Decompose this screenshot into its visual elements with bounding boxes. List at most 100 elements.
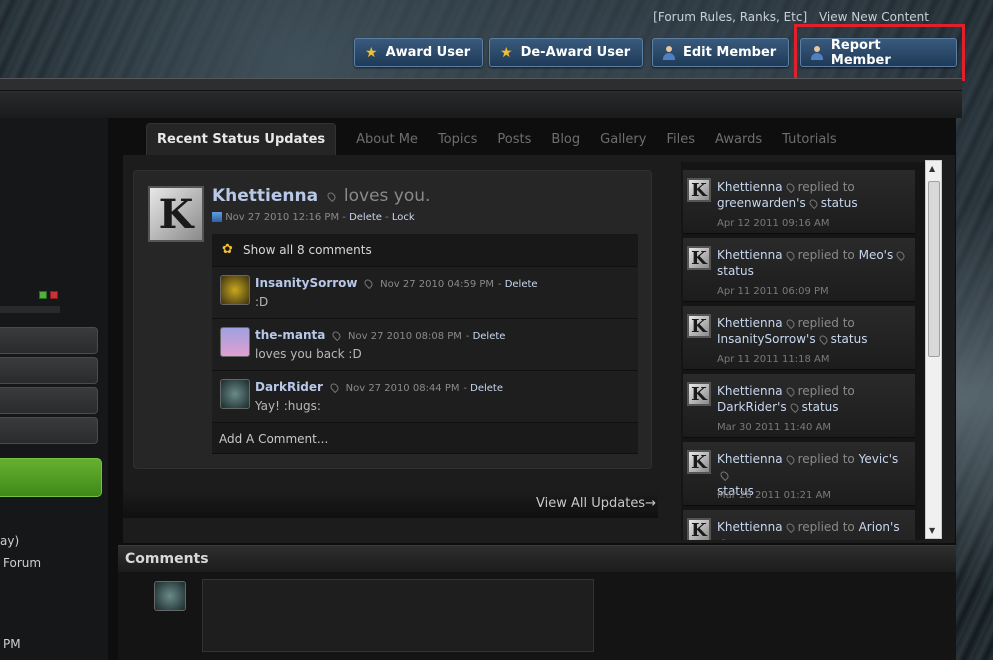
reply-avatar[interactable]: K <box>687 178 711 202</box>
list-item[interactable]: K Khettienna replied to InsanitySorrow's st… <box>683 306 915 370</box>
status-username[interactable]: Khettienna <box>212 186 318 206</box>
tab-topics[interactable]: Topics <box>428 123 487 155</box>
list-item[interactable]: K Khettienna replied to Arion's <box>683 510 915 540</box>
reply-status-link[interactable]: status <box>717 264 754 278</box>
reply-user[interactable]: Khettienna <box>717 384 783 398</box>
scroll-down-icon[interactable]: ▼ <box>929 526 935 535</box>
reply-suffix: 's <box>777 400 787 414</box>
list-item[interactable]: K Khettienna replied to DarkRider's status … <box>683 374 915 438</box>
view-all-updates-link[interactable]: View All Updates→ <box>536 496 656 511</box>
status-lock-link[interactable]: Lock <box>392 212 415 223</box>
reply-target[interactable]: Meo <box>859 248 884 262</box>
reply-status-link[interactable]: status <box>821 196 858 210</box>
reply-avatar[interactable]: K <box>687 246 711 270</box>
sidebar-button-2[interactable] <box>0 357 98 384</box>
tab-posts[interactable]: Posts <box>487 123 541 155</box>
reply-status-link[interactable]: status <box>831 332 868 346</box>
edit-member-label: Edit Member <box>683 45 777 60</box>
comments-title: Comments <box>125 551 209 567</box>
reply-verb: replied to <box>797 520 855 534</box>
reply-suffix: 's <box>796 196 806 210</box>
navigation-bar <box>0 78 962 118</box>
reply-target[interactable]: InsanitySorrow <box>717 332 806 346</box>
sidebar-forum-link[interactable]: Forum <box>3 556 41 570</box>
reply-avatar[interactable]: K <box>687 518 711 540</box>
tab-recent-status[interactable]: Recent Status Updates <box>146 123 337 155</box>
tab-about-me[interactable]: About Me <box>346 123 428 155</box>
reply-verb: replied to <box>797 180 855 194</box>
tab-awards[interactable]: Awards <box>705 123 772 155</box>
status-delete-link[interactable]: Delete <box>349 212 382 223</box>
reply-user[interactable]: Khettienna <box>717 452 783 466</box>
reply-suffix: 's <box>890 520 900 534</box>
reply-target[interactable]: Arion <box>859 520 890 534</box>
reply-user[interactable]: Khettienna <box>717 520 783 534</box>
sidebar-pm-text: PM <box>3 637 21 651</box>
show-all-comments-row[interactable]: ✿ Show all 8 comments <box>212 234 638 267</box>
comment-delete-link[interactable]: Delete <box>473 331 506 342</box>
commenter-avatar[interactable] <box>220 327 250 357</box>
location-pin-icon <box>784 521 796 534</box>
show-all-comments-link[interactable]: Show all 8 comments <box>243 243 372 257</box>
status-header: Khettienna loves you. <box>212 186 430 206</box>
replies-scrollbar[interactable]: ▲ ▼ <box>925 160 942 539</box>
scroll-up-icon[interactable]: ▲ <box>929 164 935 173</box>
forum-rules-link[interactable]: [Forum Rules, Ranks, Etc] <box>653 10 807 24</box>
commenter-avatar[interactable] <box>220 379 250 409</box>
location-pin-icon <box>784 453 796 466</box>
reply-target[interactable]: Yevic <box>859 452 889 466</box>
award-user-label: Award User <box>385 45 471 60</box>
location-pin-icon <box>718 537 731 540</box>
reply-status-link[interactable]: status <box>802 400 839 414</box>
reply-user[interactable]: Khettienna <box>717 316 783 330</box>
comment-textarea[interactable] <box>202 579 594 652</box>
add-comment-row[interactable]: Add A Comment... <box>212 423 638 454</box>
edit-member-button[interactable]: Edit Member <box>652 38 790 67</box>
tab-gallery[interactable]: Gallery <box>590 123 656 155</box>
list-item[interactable]: K Khettienna replied to Yevic's status Mar… <box>683 442 915 506</box>
status-date: Nov 27 2010 12:16 PM <box>225 212 340 223</box>
reply-avatar[interactable]: K <box>687 382 711 406</box>
comment-item: the-manta Nov 27 2010 08:08 PM - Delete … <box>212 319 638 371</box>
location-pin-icon <box>817 333 829 346</box>
commenter-name[interactable]: InsanitySorrow <box>255 276 358 290</box>
sidebar-green-button[interactable] <box>0 458 102 497</box>
location-pin-icon <box>784 181 796 194</box>
minus-icon[interactable] <box>50 291 58 299</box>
award-user-button[interactable]: ★ Award User <box>354 38 484 67</box>
reply-target[interactable]: DarkRider <box>717 400 777 414</box>
sidebar-button-3[interactable] <box>0 387 98 414</box>
reply-user[interactable]: Khettienna <box>717 180 783 194</box>
commenter-name[interactable]: DarkRider <box>255 380 323 394</box>
commenter-name[interactable]: the-manta <box>255 328 325 342</box>
comment-delete-link[interactable]: Delete <box>470 383 503 394</box>
add-comment-link[interactable]: Add A Comment... <box>219 432 328 446</box>
reply-avatar[interactable]: K <box>687 314 711 338</box>
scrollbar-thumb[interactable] <box>928 181 940 357</box>
plus-icon[interactable] <box>39 291 47 299</box>
tab-files[interactable]: Files <box>656 123 705 155</box>
de-award-user-button[interactable]: ★ De-Award User <box>489 38 644 67</box>
reply-user[interactable]: Khettienna <box>717 248 783 262</box>
comment-text: loves you back :D <box>255 347 362 361</box>
list-item[interactable]: K Khettienna replied to Meo's status Apr 1… <box>683 238 915 302</box>
comment-item: DarkRider Nov 27 2010 08:44 PM - Delete … <box>212 371 638 423</box>
user-avatar[interactable]: K <box>148 186 204 242</box>
view-new-content-link[interactable]: View New Content <box>819 10 929 24</box>
star-badge-icon: ★ <box>365 44 378 61</box>
tab-blog[interactable]: Blog <box>541 123 590 155</box>
sidebar-button-1[interactable] <box>0 327 98 354</box>
location-pin-icon <box>718 469 731 482</box>
sidebar-text: ay) <box>0 534 20 548</box>
sidebar-button-4[interactable] <box>0 417 98 444</box>
comment-delete-link[interactable]: Delete <box>505 279 538 290</box>
tab-tutorials[interactable]: Tutorials <box>772 123 847 155</box>
location-pin-icon <box>325 190 337 202</box>
reply-target[interactable]: greenwarden <box>717 196 796 210</box>
highlight-box <box>794 24 965 81</box>
reply-verb: replied to <box>797 452 855 466</box>
reply-avatar[interactable]: K <box>687 450 711 474</box>
list-item[interactable]: K Khettienna replied to greenwarden's statu… <box>683 170 915 234</box>
expand-icon[interactable] <box>212 212 222 222</box>
commenter-avatar[interactable] <box>220 275 250 305</box>
